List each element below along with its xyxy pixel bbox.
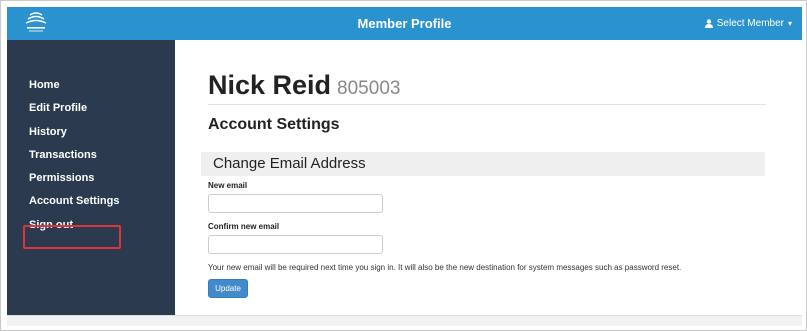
sidebar-item-permissions[interactable]: Permissions xyxy=(29,167,119,190)
sidebar-item-history[interactable]: History xyxy=(29,121,119,144)
new-email-field[interactable] xyxy=(208,194,383,213)
top-navbar: Member Profile Select Member ▾ xyxy=(7,7,802,40)
page-title: Nick Reid 805003 xyxy=(208,70,400,101)
confirm-email-field[interactable] xyxy=(208,235,383,254)
section-title: Account Settings xyxy=(208,116,340,133)
member-id: 805003 xyxy=(337,78,401,99)
user-icon xyxy=(704,19,713,28)
member-name: Nick Reid xyxy=(208,70,332,100)
confirm-email-label: Confirm new email xyxy=(208,222,280,231)
sidebar-nav: Home Edit Profile History Transactions P… xyxy=(29,74,119,237)
sidebar-item-home[interactable]: Home xyxy=(29,74,119,97)
update-button[interactable]: Update xyxy=(208,279,248,298)
app-title: Member Profile xyxy=(357,16,452,31)
sidebar-item-transactions[interactable]: Transactions xyxy=(29,144,119,167)
title-divider xyxy=(208,104,766,105)
change-email-panel-header: Change Email Address xyxy=(201,152,765,176)
main-content: Nick Reid 805003 Account Settings Change … xyxy=(175,40,802,315)
help-text: Your new email will be required next tim… xyxy=(208,263,682,272)
new-email-label: New email xyxy=(208,181,248,190)
sidebar: Home Edit Profile History Transactions P… xyxy=(7,40,175,315)
sidebar-item-account-settings[interactable]: Account Settings xyxy=(29,190,119,213)
select-member-dropdown[interactable]: Select Member ▾ xyxy=(704,7,792,40)
caret-down-icon: ▾ xyxy=(787,19,792,28)
sidebar-item-edit-profile[interactable]: Edit Profile xyxy=(29,97,119,120)
select-member-label: Select Member xyxy=(716,18,784,29)
footer-bar xyxy=(7,315,802,326)
panel-title: Change Email Address xyxy=(213,155,366,172)
app-window: Member Profile Select Member ▾ Home Edit… xyxy=(0,0,807,331)
active-item-highlight xyxy=(23,225,121,249)
